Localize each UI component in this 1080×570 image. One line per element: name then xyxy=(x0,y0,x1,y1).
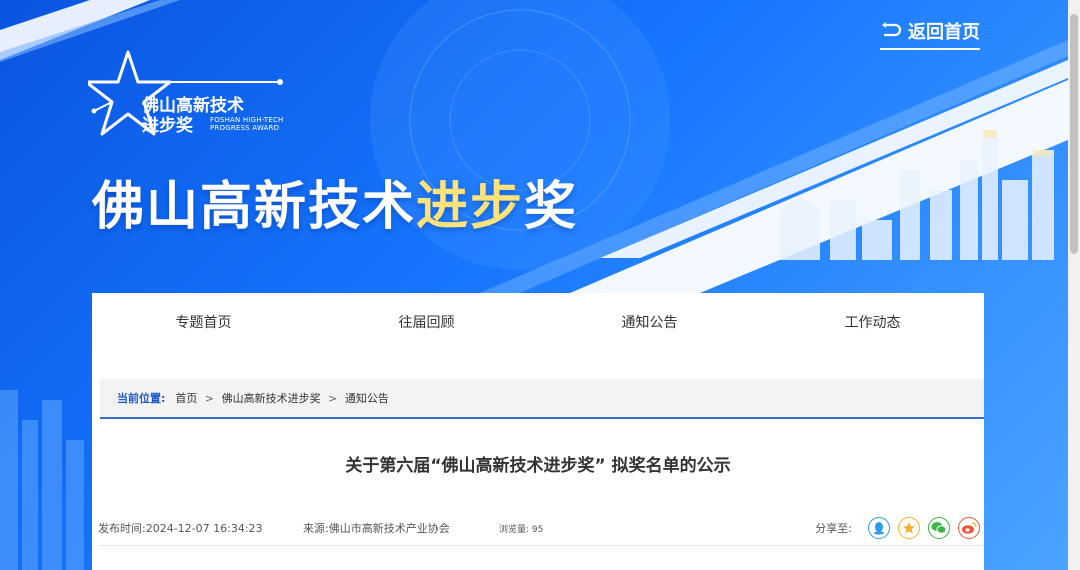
share-favorite-button[interactable] xyxy=(898,517,920,539)
logo-english-name: FOSHAN HIGH-TECH PROGRESS AWARD xyxy=(210,116,284,132)
breadcrumb-notices-link[interactable]: 通知公告 xyxy=(345,392,389,405)
scrollbar-thumb[interactable] xyxy=(1070,14,1078,254)
banner-headline: 佛山高新技术进步奖 xyxy=(92,177,579,237)
share-label: 分享至: xyxy=(815,522,852,535)
page-scrollbar[interactable] xyxy=(1068,0,1080,570)
back-arrow-icon xyxy=(882,22,902,37)
breadcrumb-home-link[interactable]: 首页 xyxy=(175,392,197,405)
nav-item-past-review[interactable]: 往届回顾 xyxy=(315,293,538,353)
publish-time: 发布时间:2024-12-07 16:34:23 xyxy=(98,522,263,535)
breadcrumb-award-link[interactable]: 佛山高新技术进步奖 xyxy=(222,392,321,405)
nav-item-notices[interactable]: 通知公告 xyxy=(538,293,761,353)
main-nav: 专题首页 往届回顾 通知公告 工作动态 xyxy=(92,293,984,353)
breadcrumb-separator: > xyxy=(328,392,338,405)
award-logo: 佛山高新技术 进步奖 FOSHAN HIGH-TECH PROGRESS AWA… xyxy=(84,50,288,144)
back-home-label: 返回首页 xyxy=(908,22,980,43)
left-city-silhouette xyxy=(0,390,84,570)
breadcrumb-label: 当前位置: xyxy=(117,392,166,405)
qq-icon xyxy=(874,522,884,535)
weibo-icon xyxy=(962,522,977,534)
article-meta: 发布时间:2024-12-07 16:34:23 来源:佛山市高新技术产业协会 … xyxy=(98,511,984,546)
breadcrumb-separator: > xyxy=(204,392,215,405)
favorite-star-icon xyxy=(903,522,915,534)
share-wechat-button[interactable] xyxy=(928,517,950,539)
breadcrumb: 当前位置: 首页 > 佛山高新技术进步奖 > 通知公告 xyxy=(100,379,984,419)
nav-item-work-news[interactable]: 工作动态 xyxy=(761,293,984,353)
city-skyline-illustration xyxy=(780,130,1054,260)
nav-item-topic-home[interactable]: 专题首页 xyxy=(92,293,315,353)
view-count: 浏览量: 95 xyxy=(499,524,544,535)
wechat-icon xyxy=(931,522,947,534)
back-home-link[interactable]: 返回首页 xyxy=(880,18,980,50)
share-qq-button[interactable] xyxy=(868,517,890,539)
article-title: 关于第六届“佛山高新技术进步奖” 拟奖名单的公示 xyxy=(345,456,731,476)
content-panel: 专题首页 往届回顾 通知公告 工作动态 当前位置: 首页 > 佛山高新技术进步奖… xyxy=(92,293,984,570)
share-weibo-button[interactable] xyxy=(958,517,980,539)
article-source: 来源:佛山市高新技术产业协会 xyxy=(303,522,450,535)
